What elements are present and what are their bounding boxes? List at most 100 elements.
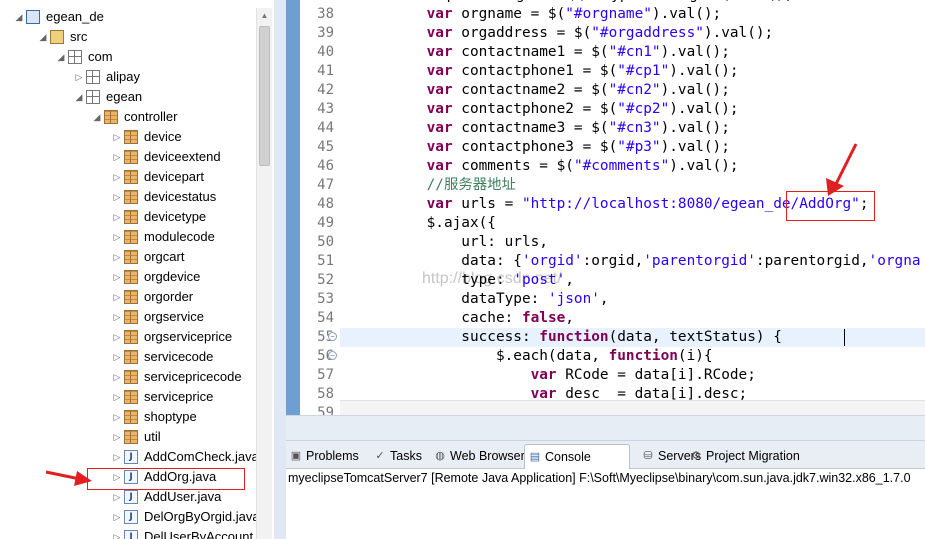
code-line: var contactname2 = $("#cn2").val(); bbox=[340, 81, 730, 100]
code-token: type: bbox=[426, 272, 514, 288]
scroll-up-icon[interactable]: ▲ bbox=[259, 10, 270, 22]
string-token: 'orgna bbox=[868, 253, 921, 269]
expand-icon[interactable]: ▷ bbox=[112, 207, 122, 227]
fold-icon[interactable]: − bbox=[328, 351, 337, 360]
line-number: 40 bbox=[317, 44, 334, 60]
expand-icon[interactable]: ▷ bbox=[112, 427, 122, 447]
explorer-scrollbar[interactable]: ▲ bbox=[256, 8, 272, 539]
collapse-icon[interactable]: ◢ bbox=[92, 107, 102, 127]
expand-icon[interactable]: ▷ bbox=[112, 507, 122, 527]
expand-icon[interactable]: ▷ bbox=[112, 247, 122, 267]
collapse-icon[interactable]: ◢ bbox=[56, 47, 66, 67]
collapse-icon[interactable]: ◢ bbox=[74, 87, 84, 107]
expand-icon[interactable]: ▷ bbox=[112, 187, 122, 207]
code-token: , bbox=[565, 272, 574, 288]
code-line: var orgaddress = $("#orgaddress").val(); bbox=[340, 24, 774, 43]
package-icon bbox=[124, 130, 138, 144]
package-icon bbox=[124, 350, 138, 364]
tree-item-label: AddComCheck.java bbox=[144, 449, 259, 464]
view-sash[interactable] bbox=[274, 0, 286, 539]
tree-item-label: egean_de bbox=[46, 9, 104, 24]
code-token: comments = $( bbox=[461, 158, 574, 174]
panel-separator bbox=[286, 415, 925, 440]
expand-icon[interactable]: ▷ bbox=[112, 307, 122, 327]
java-file-icon: J bbox=[124, 450, 138, 464]
collapse-icon[interactable]: ◢ bbox=[38, 27, 48, 47]
code-line: var contactphone2 = $("#cp2").val(); bbox=[340, 100, 739, 119]
tab-servers[interactable]: ⛁ Servers bbox=[638, 444, 701, 469]
line-number: 57 bbox=[317, 367, 334, 383]
tree-item-label: shoptype bbox=[144, 409, 197, 424]
expand-icon[interactable]: ▷ bbox=[112, 487, 122, 507]
expand-icon[interactable]: ▷ bbox=[112, 527, 122, 539]
web-browser-icon: ◍ bbox=[435, 450, 445, 462]
line-number: 58 bbox=[317, 386, 334, 402]
line-number: 54 bbox=[317, 310, 334, 326]
expand-icon[interactable]: ▷ bbox=[112, 127, 122, 147]
expand-icon[interactable]: ▷ bbox=[112, 367, 122, 387]
code-token: ).val(); bbox=[660, 139, 730, 155]
expand-icon[interactable]: ▷ bbox=[112, 447, 122, 467]
tree-item-label: servicepricecode bbox=[144, 369, 242, 384]
red-arrow-icon bbox=[826, 143, 858, 196]
package-icon bbox=[124, 230, 138, 244]
tree-item-label: orgorder bbox=[144, 289, 194, 304]
code-token: , bbox=[565, 310, 574, 326]
line-number: 49 bbox=[317, 215, 334, 231]
code-token: ).val(); bbox=[660, 120, 730, 136]
horizontal-scrollbar[interactable] bbox=[340, 400, 925, 415]
keyword-token: false bbox=[521, 310, 566, 326]
text-cursor bbox=[844, 329, 845, 346]
package-icon bbox=[124, 170, 138, 184]
keyword-token: var bbox=[426, 158, 462, 174]
package-icon bbox=[86, 70, 100, 84]
tab-project-migration[interactable]: ⚙ Project Migration bbox=[686, 444, 806, 469]
expand-icon[interactable]: ▷ bbox=[112, 387, 122, 407]
tab-problems[interactable]: ▣ Problems bbox=[286, 444, 366, 469]
tab-web-browser[interactable]: ◍ Web Browser bbox=[430, 444, 525, 469]
code-token: contactphone1 = $( bbox=[461, 63, 618, 79]
keyword-token: function bbox=[539, 329, 609, 345]
package-icon bbox=[124, 390, 138, 404]
collapse-icon[interactable]: ◢ bbox=[14, 7, 24, 27]
code-token: dataType: bbox=[426, 291, 548, 307]
code-token: orgaddress = $( bbox=[461, 25, 592, 41]
code-line: var RCode = data[i].RCode; bbox=[340, 366, 756, 385]
keyword-token: function bbox=[608, 348, 678, 364]
java-file-icon: J bbox=[124, 530, 138, 539]
package-icon bbox=[124, 250, 138, 264]
expand-icon[interactable]: ▷ bbox=[112, 167, 122, 187]
tab-label: Tasks bbox=[390, 449, 422, 463]
java-file-icon: J bbox=[124, 490, 138, 504]
expand-icon[interactable]: ▷ bbox=[112, 287, 122, 307]
code-token: orgname = $( bbox=[461, 6, 566, 22]
expand-icon[interactable]: ▷ bbox=[112, 407, 122, 427]
tree-item-label: DelOrgByOrgid.java bbox=[144, 509, 260, 524]
tab-label: Project Migration bbox=[706, 449, 800, 463]
explorer-scroll-thumb[interactable] bbox=[259, 26, 270, 166]
tab-console[interactable]: ▤ Console bbox=[524, 444, 630, 469]
string-token: "#cn2" bbox=[608, 82, 661, 98]
expand-icon[interactable]: ▷ bbox=[112, 327, 122, 347]
code-token: ).val(); bbox=[669, 101, 739, 117]
expand-icon[interactable]: ▷ bbox=[112, 227, 122, 247]
keyword-token: var bbox=[426, 82, 462, 98]
expand-icon[interactable]: ▷ bbox=[74, 67, 84, 87]
keyword-token: var bbox=[426, 6, 462, 22]
code-line: var orgname = $("#orgname").val(); bbox=[340, 5, 722, 24]
expand-icon[interactable]: ▷ bbox=[112, 347, 122, 367]
expand-icon[interactable]: ▷ bbox=[112, 267, 122, 287]
expand-icon[interactable]: ▷ bbox=[112, 147, 122, 167]
tab-tasks[interactable]: ✓ Tasks bbox=[370, 444, 428, 469]
package-icon bbox=[124, 330, 138, 344]
fold-icon[interactable]: − bbox=[328, 332, 337, 341]
code-line: type: 'post', bbox=[340, 271, 574, 290]
